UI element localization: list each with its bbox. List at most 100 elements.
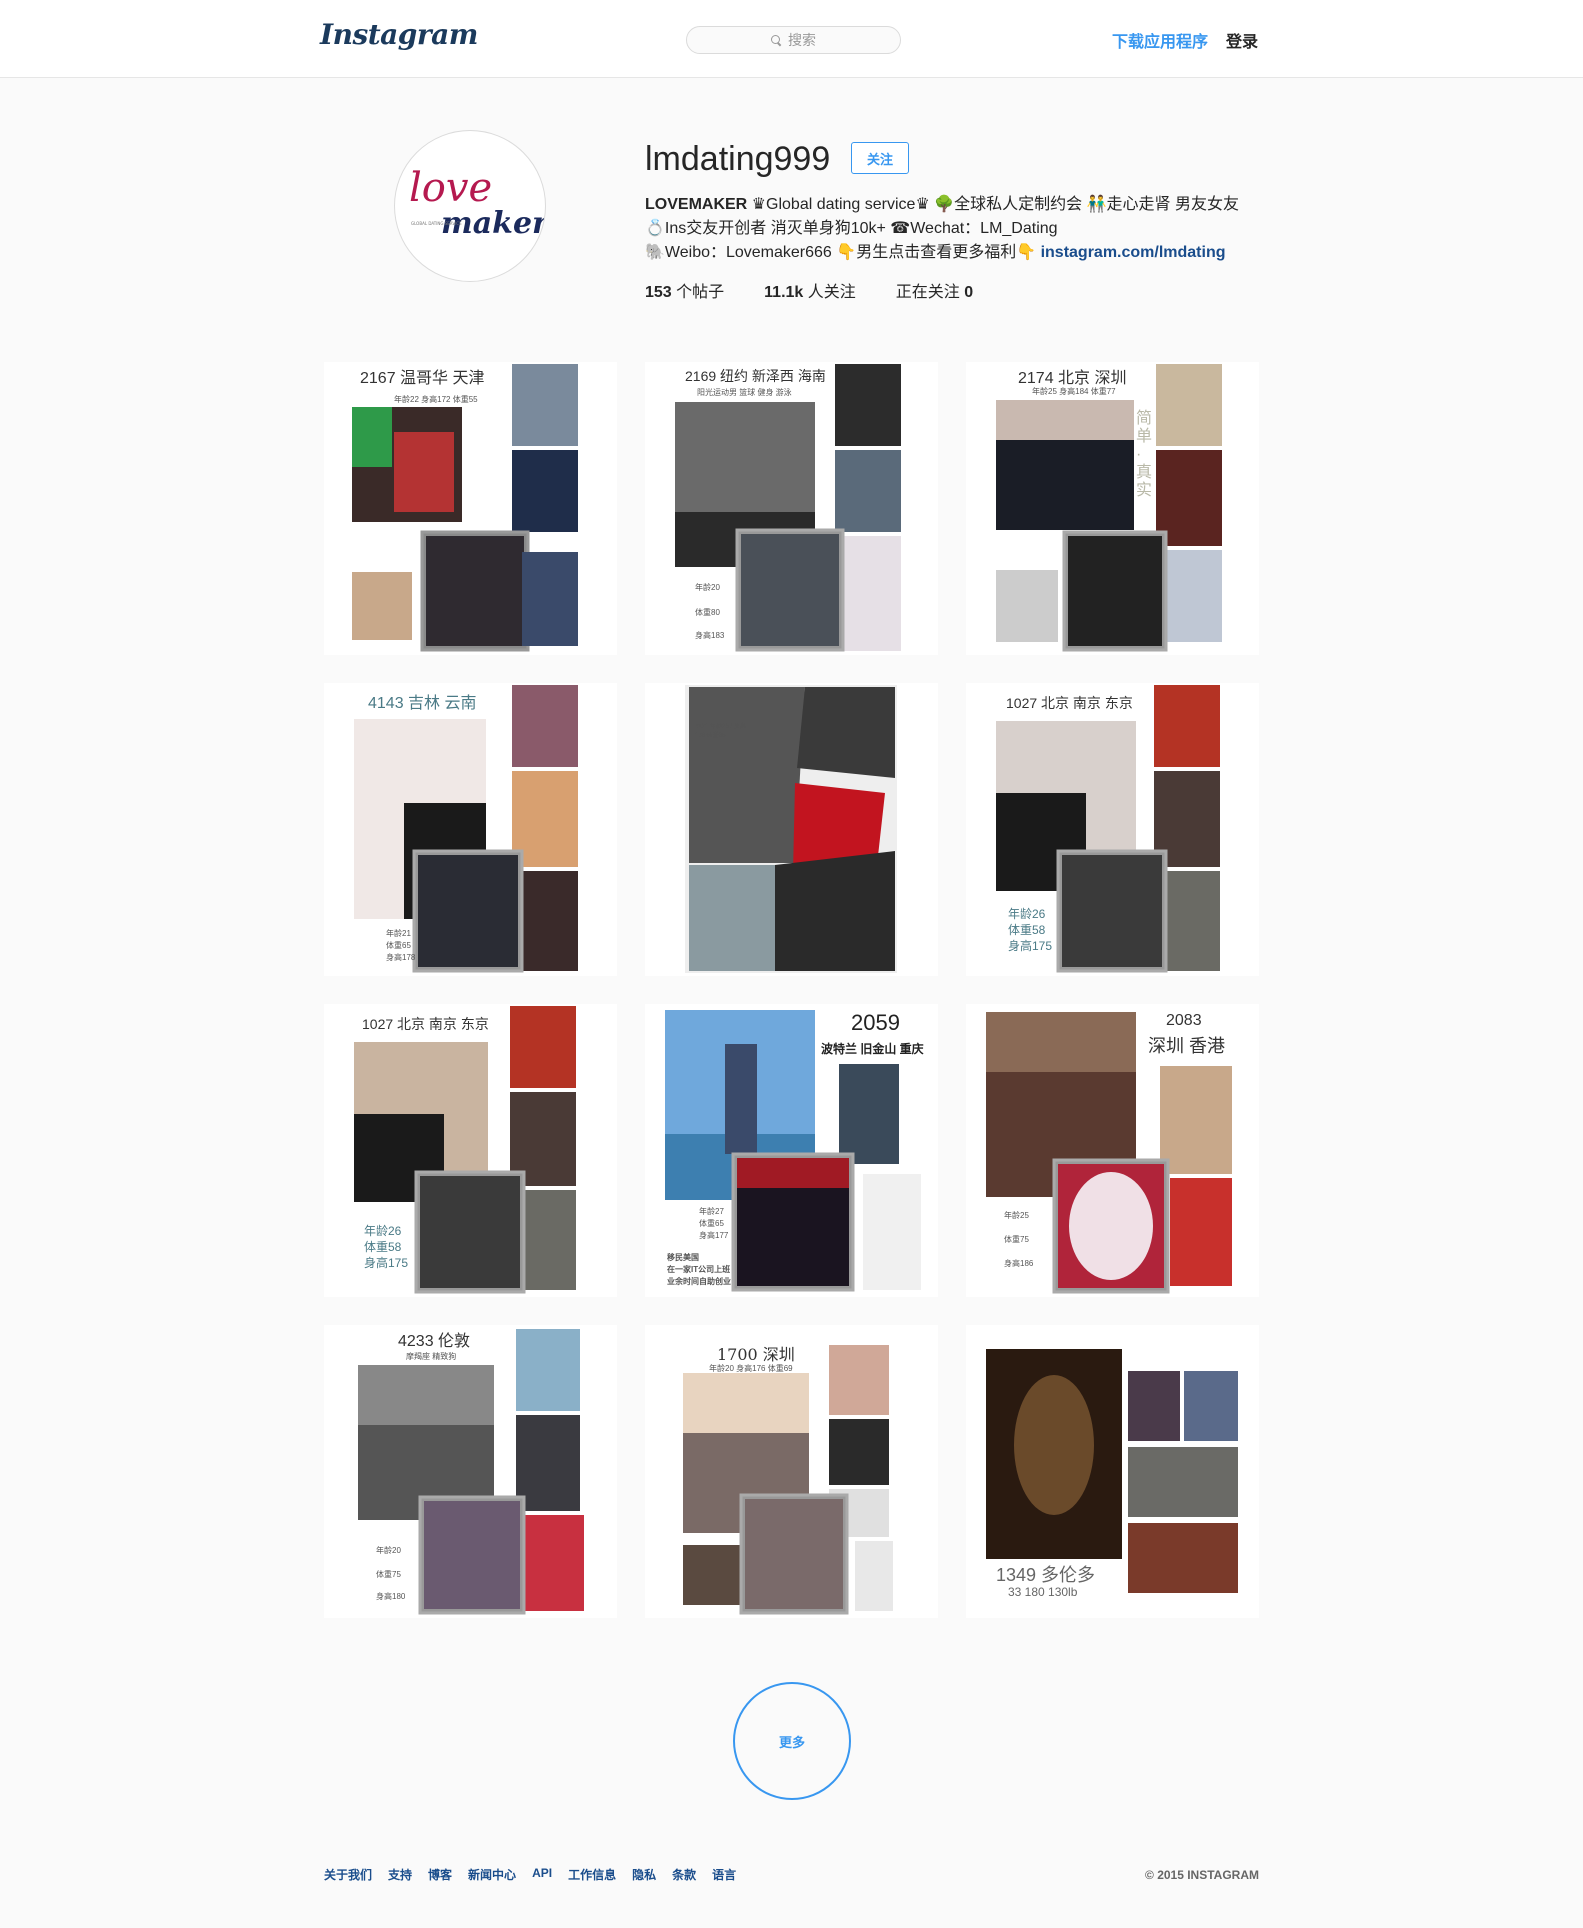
load-more-button[interactable]: 更多 [733, 1682, 851, 1800]
footer-link-jobs[interactable]: 工作信息 [568, 1866, 616, 1883]
post-stat: 年龄20 [695, 583, 720, 592]
post-tile[interactable]: 2169 纽约 新泽西 海南 阳光运动男 篮球 健身 游泳 年龄20 体重80 … [645, 362, 938, 655]
post-title: 1027 北京 南京 东京 [1006, 695, 1133, 711]
post-stat: 年龄27 [699, 1207, 724, 1216]
bio-line-2: 💍Ins交友开创者 消灭单身狗10k+ ☎Wechat：LM_Dating [645, 220, 1058, 237]
post-title: 1027 北京 南京 东京 [362, 1016, 489, 1032]
profile-bio: LOVEMAKER ♛Global dating service♛ 🌳全球私人定… [645, 193, 1285, 265]
post-stat: 体重75 [376, 1570, 401, 1579]
post-title: 2083 [1166, 1012, 1202, 1029]
post-title: 2174 北京 深圳 [1018, 370, 1127, 387]
post-stat: 体重75 [1004, 1235, 1029, 1244]
post-stat: 身高186 [1004, 1259, 1034, 1268]
search-icon [771, 34, 782, 46]
post-stat: 身高175 [364, 1256, 409, 1270]
post-subtitle: 阳光运动男 篮球 健身 游泳 [697, 388, 792, 397]
post-subtitle: 波特兰 旧金山 重庆 [821, 1042, 924, 1056]
lovemaker-logo: love maker GLOBAL DATING SERVICE [409, 165, 545, 241]
post-tile[interactable]: 1027 北京 南京 东京 年龄26 体重58 身高175 [966, 683, 1259, 976]
post-stat: 体重58 [364, 1240, 402, 1254]
search-input[interactable]: 搜索 [686, 26, 901, 54]
followers-count[interactable]: 11.1k 人关注 [764, 278, 856, 302]
post-subtitle: 4121 年龄26 / 身高178 体重65 [695, 724, 746, 739]
search-placeholder: 搜索 [788, 32, 816, 48]
bio-website-link[interactable]: instagram.com/lmdating [1041, 244, 1226, 261]
footer-copyright: © 2015 INSTAGRAM [1145, 1867, 1259, 1882]
post-stat: 体重65 [386, 941, 411, 950]
logo-text-side: GLOBAL DATING SERVICE [411, 221, 462, 226]
post-tile[interactable]: 1349 多伦多 33 180 130lb [966, 1325, 1259, 1618]
top-navigation-bar: Instagram 搜索 下载应用程序 登录 [0, 0, 1583, 78]
instagram-logo[interactable]: Instagram [320, 18, 478, 51]
post-subtitle: 33 180 130lb [1008, 1585, 1078, 1599]
footer-link-privacy[interactable]: 隐私 [632, 1866, 656, 1883]
post-image [675, 364, 901, 652]
post-stat: 身高183 [695, 631, 725, 640]
post-subtitle: 摩羯座 精致狗 [406, 1352, 457, 1361]
post-stat: 身高178 [386, 953, 416, 962]
post-stat: 体重65 [699, 1219, 724, 1228]
footer-link-support[interactable]: 支持 [388, 1866, 412, 1883]
post-title: 2167 温哥华 天津 [360, 370, 485, 387]
post-stat: 身高177 [699, 1231, 729, 1240]
bio-line-3: 🐘Weibo：Lovemaker666 👇男生点击查看更多福利👇 [645, 244, 1041, 261]
bio-line-1: ♛Global dating service♛ 🌳全球私人定制约会 👬走心走肾 … [747, 196, 1239, 213]
post-title: 1700 深圳 [717, 1345, 795, 1364]
post-image [996, 364, 1222, 652]
footer: 关于我们 支持 博客 新闻中心 API 工作信息 隐私 条款 语言 © 2015… [324, 1866, 1259, 1883]
footer-link-terms[interactable]: 条款 [672, 1866, 696, 1883]
post-stat: 年龄25 [1004, 1211, 1029, 1220]
post-image [685, 685, 897, 973]
footer-link-blog[interactable]: 博客 [428, 1866, 452, 1883]
download-app-link[interactable]: 下载应用程序 [1112, 28, 1208, 52]
footer-link-about[interactable]: 关于我们 [324, 1866, 372, 1883]
post-title: 2169 纽约 新泽西 海南 [685, 368, 826, 384]
logo-text-love: love [409, 165, 492, 211]
profile-avatar: love maker GLOBAL DATING SERVICE [394, 130, 546, 282]
post-stat: 年龄26 [364, 1224, 402, 1238]
post-subtitle: 年龄20 身高176 体重69 [709, 1364, 793, 1373]
footer-link-api[interactable]: API [532, 1866, 552, 1883]
post-note: 移民美国 [667, 1253, 699, 1262]
post-subtitle: 年龄22 身高172 体重55 [394, 395, 478, 404]
post-note: 业余时间自助创业 [667, 1277, 731, 1286]
post-tile[interactable]: 2167 温哥华 天津 年龄22 身高172 体重55 [324, 362, 617, 655]
post-image [354, 685, 578, 973]
footer-links: 关于我们 支持 博客 新闻中心 API 工作信息 隐私 条款 语言 [324, 1866, 736, 1883]
post-image [352, 364, 578, 652]
post-tile[interactable]: 4143 吉林 云南 年龄21 体重65 身高178 [324, 683, 617, 976]
bio-name: LOVEMAKER [645, 196, 748, 213]
post-stat: 年龄26 [1008, 907, 1046, 921]
follow-button[interactable]: 关注 [851, 142, 909, 174]
post-subtitle: 深圳 香港 [1148, 1036, 1226, 1056]
post-image [358, 1329, 584, 1615]
post-title: 4143 吉林 云南 [368, 695, 477, 712]
post-tile[interactable]: 2174 北京 深圳 年龄25 身高184 体重77 简单·真实 [966, 362, 1259, 655]
posts-count: 153 个帖子 [645, 284, 725, 301]
login-link[interactable]: 登录 [1226, 28, 1258, 52]
footer-link-language[interactable]: 语言 [712, 1866, 736, 1883]
post-stat: 体重58 [1008, 923, 1046, 937]
post-stat: 身高175 [1008, 939, 1053, 953]
post-vertical-text: 简单·真实 [1136, 410, 1153, 499]
post-subtitle: 年龄25 身高184 体重77 [1032, 387, 1116, 396]
posts-grid: 2167 温哥华 天津 年龄22 身高172 体重55 2169 纽约 新泽西 … [324, 362, 1259, 1618]
post-tile[interactable]: 4233 伦敦 摩羯座 精致狗 年龄20 体重75 身高180 [324, 1325, 617, 1618]
post-tile[interactable]: 2059 波特兰 旧金山 重庆 年龄27 体重65 身高177 移民美国 在一家… [645, 1004, 938, 1297]
post-stat: 体重80 [695, 608, 720, 617]
post-tile[interactable]: 2083 深圳 香港 年龄25 体重75 身高186 [966, 1004, 1259, 1297]
post-tile[interactable]: 1700 深圳 年龄20 身高176 体重69 [645, 1325, 938, 1618]
post-stat: 年龄20 [376, 1546, 401, 1555]
profile-username: lmdating999 [645, 140, 831, 178]
post-title: 4233 伦敦 [398, 1333, 471, 1350]
footer-link-press[interactable]: 新闻中心 [468, 1866, 516, 1883]
profile-stats: 153 个帖子 11.1k 人关注 正在关注 0 [645, 278, 973, 302]
post-note: 在一家IT公司上班 [667, 1265, 731, 1274]
post-tile[interactable]: 1027 北京 南京 东京 年龄26 体重58 身高175 [324, 1004, 617, 1297]
post-stat: 身高180 [376, 1592, 406, 1601]
post-title: 1349 多伦多 [996, 1565, 1096, 1585]
post-title: 2059 [851, 1010, 900, 1035]
post-tile[interactable]: 4121 年龄26 / 身高178 体重65 [645, 683, 938, 976]
post-stat: 年龄21 [386, 929, 411, 938]
following-count[interactable]: 正在关注 0 [896, 278, 973, 302]
